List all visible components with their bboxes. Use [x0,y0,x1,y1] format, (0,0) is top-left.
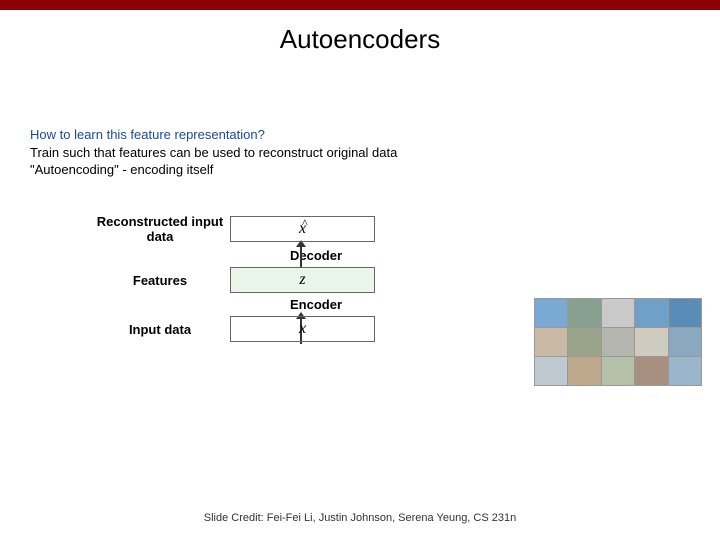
image-thumb [635,357,667,385]
reconstructed-box: x [230,216,375,242]
features-row: Features z [90,267,450,293]
input-box: x [230,316,375,342]
autoencoder-diagram: Reconstructed input data x Decoder Featu… [90,214,450,346]
xhat-symbol: x [299,220,306,237]
features-box: z [230,267,375,293]
answer-line-1: Train such that features can be used to … [30,144,397,162]
question-line: How to learn this feature representation… [30,126,397,144]
body-text: How to learn this feature representation… [30,126,397,179]
slide-title: Autoencoders [0,24,720,55]
input-label: Input data [90,322,230,337]
image-thumb [568,299,600,327]
image-thumb [602,299,634,327]
image-thumb [669,299,701,327]
features-label: Features [90,273,230,288]
reconstructed-row: Reconstructed input data x [90,214,450,244]
image-thumb [669,328,701,356]
reconstructed-label: Reconstructed input data [90,214,230,244]
image-thumb [568,328,600,356]
encoder-label: Encoder [290,297,450,312]
image-thumb [535,357,567,385]
answer-line-2: "Autoencoding" - encoding itself [30,161,397,179]
slide-credit: Slide Credit: Fei-Fei Li, Justin Johnson… [0,512,720,524]
image-thumb [635,328,667,356]
decoder-label: Decoder [290,248,450,263]
image-thumb [602,328,634,356]
image-thumb [635,299,667,327]
input-row: Input data x [90,316,450,342]
image-thumb [535,328,567,356]
image-grid [534,298,702,386]
image-thumb [669,357,701,385]
header-bar [0,0,720,10]
image-thumb [568,357,600,385]
image-thumb [602,357,634,385]
image-thumb [535,299,567,327]
